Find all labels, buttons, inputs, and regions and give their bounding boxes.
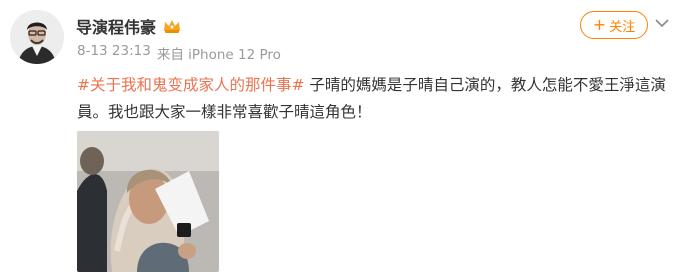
chevron-down-icon[interactable] (654, 15, 670, 31)
post-source: 来自 iPhone 12 Pro (156, 47, 281, 63)
follow-label: 关注 (609, 19, 636, 35)
plus-icon: + (592, 15, 607, 34)
post-meta: 8-13 23:13 来自 iPhone 12 Pro (77, 43, 281, 63)
crown-icon (162, 18, 182, 34)
topic-link[interactable]: #关于我和鬼变成家人的那件事# (77, 76, 304, 94)
avatar[interactable] (10, 10, 64, 64)
username-row: 导演程伟豪 (76, 14, 182, 38)
username[interactable]: 导演程伟豪 (76, 14, 156, 38)
post-image[interactable] (77, 131, 219, 272)
follow-button[interactable]: + 关注 (580, 11, 648, 39)
timestamp[interactable]: 8-13 23:13 (77, 43, 151, 63)
post-text: #关于我和鬼变成家人的那件事# 子晴的媽媽是子晴自己演的，教人怎能不愛王淨這演員… (77, 72, 667, 126)
